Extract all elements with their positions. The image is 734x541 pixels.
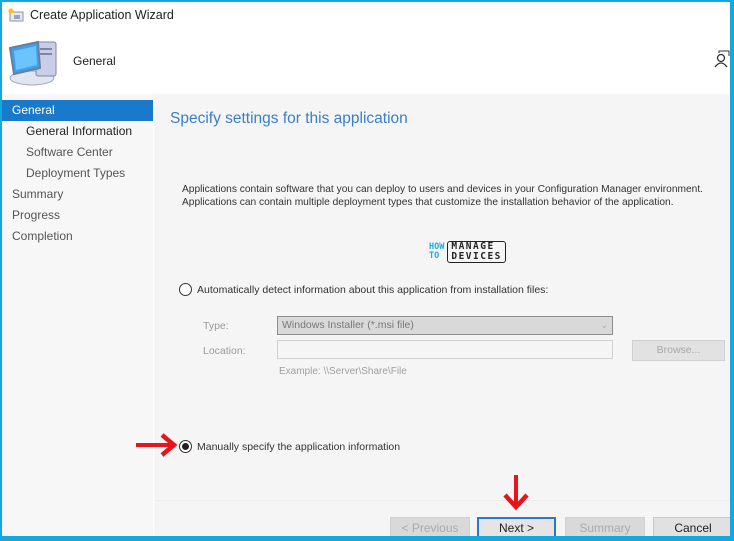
window-title: Create Application Wizard: [30, 8, 174, 22]
cancel-button[interactable]: Cancel: [653, 517, 730, 536]
chevron-down-icon: ⌄: [600, 320, 608, 330]
type-label: Type:: [203, 320, 229, 332]
manual-radio[interactable]: [179, 440, 192, 453]
sidebar-item-general[interactable]: General: [2, 100, 153, 121]
annotation-arrow-down-icon: [503, 475, 529, 511]
previous-button[interactable]: < Previous: [390, 517, 470, 536]
location-label: Location:: [203, 345, 246, 357]
wizard-window: Create Application Wizard General Genera…: [2, 2, 730, 536]
type-select[interactable]: Windows Installer (*.msi file) ⌄: [277, 316, 613, 335]
user-icon: [714, 50, 730, 68]
page-title: Specify settings for this application: [170, 110, 408, 127]
wizard-header: General: [2, 28, 730, 94]
logo-how-to: HOW TO: [429, 242, 444, 261]
main-content: Specify settings for this application Ap…: [155, 94, 730, 536]
summary-button[interactable]: Summary: [565, 517, 645, 536]
type-select-value: Windows Installer (*.msi file): [282, 319, 414, 331]
manual-label: Manually specify the application informa…: [197, 440, 401, 453]
auto-detect-label: Automatically detect information about t…: [197, 283, 549, 296]
howtomanagedevices-logo: HOW TO MANAGE DEVICES: [429, 238, 519, 265]
sidebar-item-deployment-types[interactable]: Deployment Types: [2, 163, 153, 184]
sidebar-item-progress[interactable]: Progress: [2, 205, 153, 226]
auto-detect-option[interactable]: Automatically detect information about t…: [179, 283, 548, 296]
description-line-2: Applications can contain multiple deploy…: [182, 197, 674, 208]
wizard-steps-sidebar: General General Information Software Cen…: [2, 100, 154, 536]
location-input[interactable]: [277, 340, 613, 359]
wizard-icon: [8, 8, 24, 22]
title-bar: Create Application Wizard: [2, 2, 730, 28]
description-text: Applications contain software that you c…: [182, 183, 730, 209]
logo-to: TO: [429, 250, 440, 261]
page-header-title: General: [73, 54, 116, 68]
sidebar-item-summary[interactable]: Summary: [2, 184, 153, 205]
logo-manage: MANAGE: [451, 240, 495, 252]
sidebar-item-software-center[interactable]: Software Center: [2, 142, 153, 163]
manual-option[interactable]: Manually specify the application informa…: [179, 440, 400, 453]
location-example: Example: \\Server\Share\File: [279, 366, 407, 377]
logo-manage-devices: MANAGE DEVICES: [447, 240, 506, 263]
description-line-1: Applications contain software that you c…: [182, 184, 703, 195]
sidebar-item-completion[interactable]: Completion: [2, 226, 153, 247]
next-button[interactable]: Next >: [477, 517, 556, 536]
sidebar-item-general-information[interactable]: General Information: [2, 121, 153, 142]
button-separator: [155, 500, 730, 501]
auto-detect-radio[interactable]: [179, 283, 192, 296]
radio-selected-dot: [182, 443, 189, 450]
browse-button[interactable]: Browse...: [632, 340, 725, 361]
computer-icon: [6, 36, 62, 88]
logo-devices: DEVICES: [451, 250, 502, 262]
annotation-arrow-right-icon: [136, 433, 178, 457]
